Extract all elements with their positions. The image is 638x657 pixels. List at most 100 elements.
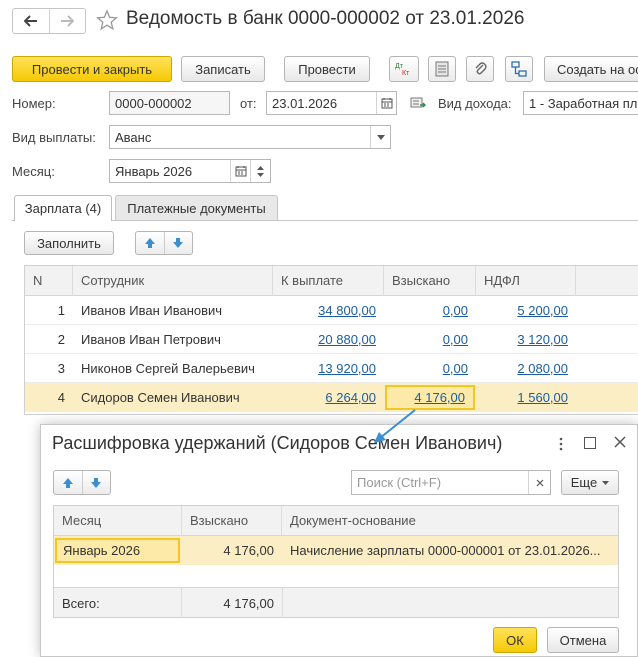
month-cell-active[interactable]: Январь 2026 xyxy=(55,538,180,563)
col-header-withheld[interactable]: Взыскано xyxy=(182,506,282,536)
post-button[interactable]: Провести xyxy=(284,56,370,82)
post-and-close-button[interactable]: Провести и закрыть xyxy=(12,56,172,82)
ndfl-link[interactable]: 5 200,00 xyxy=(517,303,568,318)
col-header-document[interactable]: Документ-основание xyxy=(282,506,618,536)
move-down-button[interactable] xyxy=(165,232,193,254)
arrow-down-icon xyxy=(91,477,102,488)
close-icon[interactable] xyxy=(613,435,629,451)
payment-type-select[interactable]: Аванс xyxy=(109,125,391,149)
income-type-field[interactable]: 1 - Заработная пл xyxy=(523,91,638,115)
table-row[interactable]: 1 Иванов Иван Иванович 34 800,00 0,00 5 … xyxy=(25,296,638,325)
number-label: Номер: xyxy=(12,96,56,111)
table-row[interactable]: 3 Никонов Сергей Валерьевич 13 920,00 0,… xyxy=(25,354,638,383)
col-header-withheld[interactable]: Взыскано xyxy=(384,266,476,296)
footer-divider xyxy=(282,588,283,618)
calendar-icon[interactable] xyxy=(376,92,396,114)
row-number: 3 xyxy=(57,361,65,376)
ndfl-cell[interactable]: 2 080,00 xyxy=(476,354,576,383)
create-on-basis-button[interactable]: Создать на ос xyxy=(544,56,638,82)
date-label: от: xyxy=(240,96,257,111)
withheld-cell[interactable]: 0,00 xyxy=(384,296,476,325)
col-header-month[interactable]: Месяц xyxy=(54,506,182,536)
month-stepper[interactable] xyxy=(250,160,270,182)
payout-cell[interactable]: 20 880,00 xyxy=(273,325,384,354)
dt-kt-icon: Дт Кт xyxy=(395,63,410,77)
date-field[interactable]: 23.01.2026 xyxy=(266,91,397,115)
arrow-up-icon xyxy=(144,238,155,248)
ndfl-cell[interactable]: 5 200,00 xyxy=(476,296,576,325)
col-header-payout[interactable]: К выплате xyxy=(273,266,384,296)
month-label: Месяц: xyxy=(12,164,55,179)
number-field[interactable]: 0000-000002 xyxy=(109,91,230,115)
move-buttons xyxy=(135,231,193,255)
ok-button[interactable]: ОК xyxy=(493,627,537,653)
nav-group xyxy=(12,8,86,34)
back-button[interactable] xyxy=(13,9,50,33)
svg-text:Кт: Кт xyxy=(402,70,410,77)
withheld-link[interactable]: 0,00 xyxy=(443,361,468,376)
col-header-extra xyxy=(576,266,638,296)
chevron-down-icon xyxy=(602,480,610,485)
clear-search-icon[interactable] xyxy=(528,471,550,494)
ndfl-link[interactable]: 3 120,00 xyxy=(517,332,568,347)
ndfl-link[interactable]: 1 560,00 xyxy=(517,390,568,405)
number-value: 0000-000002 xyxy=(115,95,192,111)
chevron-down-icon[interactable] xyxy=(370,126,390,148)
withheld-cell[interactable]: 0,00 xyxy=(384,325,476,354)
total-label: Всего: xyxy=(62,595,100,611)
move-up-button[interactable] xyxy=(136,232,165,254)
row-number: 2 xyxy=(57,332,65,347)
more-vert-icon[interactable] xyxy=(555,435,567,453)
table-row-selected[interactable]: Январь 2026 4 176,00 Начисление зарплаты… xyxy=(54,536,618,565)
payout-link[interactable]: 20 880,00 xyxy=(318,332,376,347)
ndfl-cell[interactable]: 1 560,00 xyxy=(476,383,576,412)
structure-button[interactable] xyxy=(505,56,533,82)
cancel-button[interactable]: Отмена xyxy=(547,627,619,653)
maximize-icon[interactable] xyxy=(584,437,596,449)
col-header-n[interactable]: N xyxy=(25,266,73,296)
col-header-ndfl[interactable]: НДФЛ xyxy=(476,266,576,296)
payment-type-value: Аванс xyxy=(115,129,152,145)
move-up-button[interactable] xyxy=(54,471,83,494)
withheld-link[interactable]: 4 176,00 xyxy=(414,390,465,405)
more-button[interactable]: Еще xyxy=(561,470,619,495)
month-field[interactable]: Январь 2026 xyxy=(109,159,271,183)
annotation-arrow xyxy=(374,409,416,443)
tab-payment-documents[interactable]: Платежные документы xyxy=(115,195,278,221)
dt-kt-button[interactable]: Дт Кт xyxy=(389,56,419,82)
attach-button[interactable] xyxy=(466,56,494,82)
withheld-link[interactable]: 0,00 xyxy=(443,303,468,318)
table-row[interactable]: 2 Иванов Иван Петрович 20 880,00 0,00 3 … xyxy=(25,325,638,354)
payout-link[interactable]: 13 920,00 xyxy=(318,361,376,376)
favorite-button[interactable] xyxy=(95,9,120,33)
calendar-icon[interactable] xyxy=(230,160,250,182)
paperclip-icon xyxy=(475,62,487,75)
svg-text:Дт: Дт xyxy=(395,63,404,70)
payout-cell[interactable]: 13 920,00 xyxy=(273,354,384,383)
fill-button[interactable]: Заполнить xyxy=(24,231,114,255)
table-row-selected[interactable]: 4 Сидоров Семен Иванович 6 264,00 4 176,… xyxy=(25,383,638,412)
employee-name: Никонов Сергей Валерьевич xyxy=(81,361,255,376)
ndfl-cell[interactable]: 3 120,00 xyxy=(476,325,576,354)
move-down-button[interactable] xyxy=(83,471,111,494)
ndfl-link[interactable]: 2 080,00 xyxy=(517,361,568,376)
withholding-details-dialog: Расшифровка удержаний (Сидоров Семен Ива… xyxy=(40,424,638,657)
employee-name: Сидоров Семен Иванович xyxy=(81,390,240,405)
list-button[interactable] xyxy=(428,56,456,82)
withheld-link[interactable]: 0,00 xyxy=(443,332,468,347)
payout-link[interactable]: 6 264,00 xyxy=(325,390,376,405)
dialog-move-buttons xyxy=(53,470,111,495)
payout-cell[interactable]: 34 800,00 xyxy=(273,296,384,325)
withholding-table: Месяц Взыскано Документ-основание Январь… xyxy=(53,505,619,618)
tab-salary[interactable]: Зарплата (4) xyxy=(14,195,112,221)
row-number: 1 xyxy=(57,303,65,318)
save-button[interactable]: Записать xyxy=(181,56,265,82)
forward-button[interactable] xyxy=(50,9,86,33)
withheld-cell: 4 176,00 xyxy=(223,543,274,558)
withheld-cell[interactable]: 0,00 xyxy=(384,354,476,383)
search-input[interactable]: Поиск (Ctrl+F) xyxy=(351,470,551,495)
col-header-employee[interactable]: Сотрудник xyxy=(73,266,273,296)
star-icon xyxy=(95,9,119,31)
payout-link[interactable]: 34 800,00 xyxy=(318,303,376,318)
structure-icon xyxy=(511,61,527,77)
